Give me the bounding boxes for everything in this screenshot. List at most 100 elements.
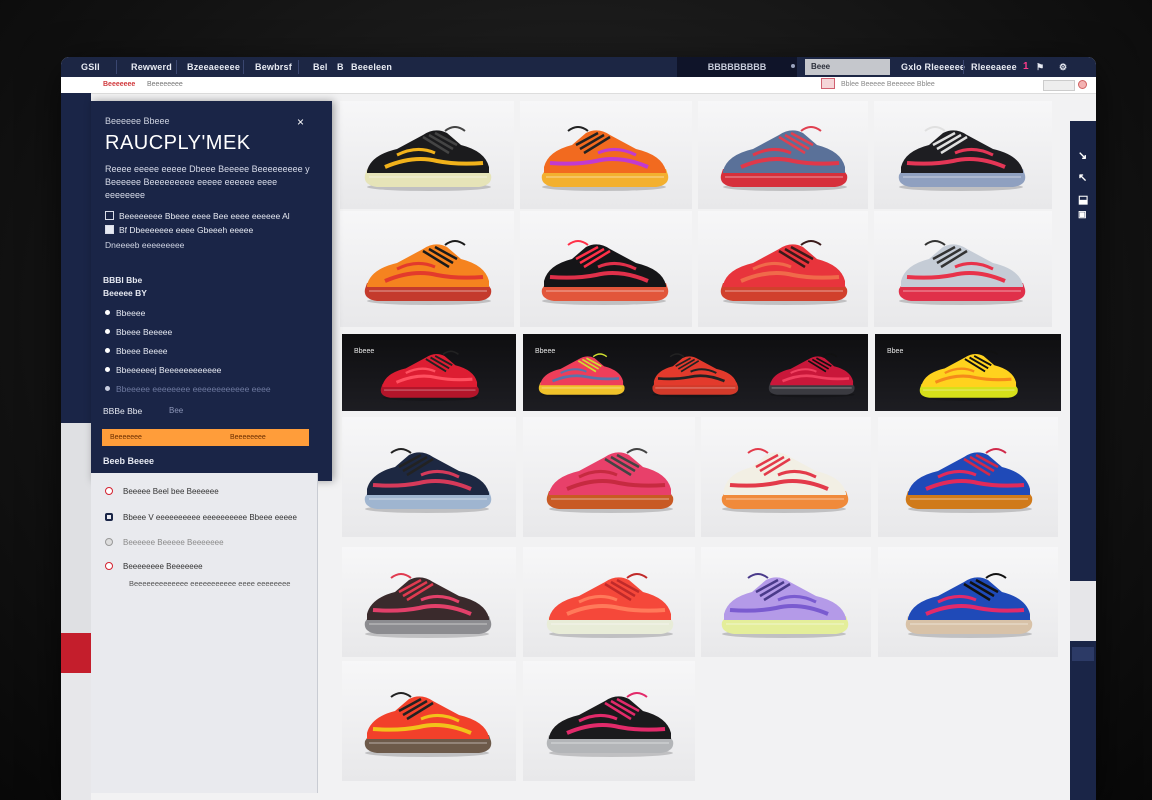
shoe-image xyxy=(364,573,492,638)
banner-shoe xyxy=(342,334,516,411)
bag-icon[interactable]: ⬓ xyxy=(1078,193,1088,206)
breadcrumb-active[interactable]: Beeeeeee xyxy=(103,81,135,88)
promo-banner[interactable]: Bbeee xyxy=(342,334,516,411)
apply-button[interactable]: Beeeeeee Beeeeeeee xyxy=(102,429,309,446)
product-tile[interactable] xyxy=(523,417,695,537)
filter-panel: Beeeeee Bbeee × RAUCPLY'MEK Reeee eeeee … xyxy=(91,101,332,481)
options-panel: Beeeee Beel bee Beeeeee Bbeee V eeeeeeee… xyxy=(91,473,318,793)
radio-grey-icon[interactable] xyxy=(105,538,113,546)
nav-divider xyxy=(116,60,117,74)
nav-item-b[interactable]: B xyxy=(337,62,344,72)
option-label: Beeeeee Beeeee Beeeeeee xyxy=(123,538,224,547)
size-value: Bee xyxy=(169,406,184,415)
gear-icon[interactable]: ⚙ xyxy=(1059,62,1067,73)
promo-banner[interactable]: Bbeee xyxy=(523,334,868,411)
filter-option[interactable]: Bbeee Beeeee xyxy=(105,327,172,337)
product-tile[interactable] xyxy=(698,211,868,327)
product-tile[interactable] xyxy=(342,417,516,537)
promo-text: Bblee Beeeee Beeeeee Bblee xyxy=(841,81,935,88)
close-icon[interactable]: × xyxy=(297,115,304,129)
shoe-image xyxy=(768,352,855,397)
nav-divider xyxy=(963,60,964,74)
flag-icon[interactable]: ⚑ xyxy=(1036,62,1044,73)
product-tile[interactable] xyxy=(874,211,1052,327)
shoe-image xyxy=(364,692,492,757)
product-tile[interactable] xyxy=(523,547,695,657)
option-row[interactable]: Bbeee V eeeeeeeeee eeeeeeeeee Bbeee eeee… xyxy=(105,513,297,522)
banner-shoe xyxy=(638,334,753,411)
product-tile[interactable] xyxy=(342,661,516,781)
option-row[interactable]: Beeeee Beel bee Beeeeee xyxy=(105,487,219,496)
badge-icon[interactable]: ▣ xyxy=(1078,209,1087,220)
square-navy-icon[interactable] xyxy=(105,513,113,521)
promo-banner[interactable]: Bbee xyxy=(875,334,1061,411)
product-tile[interactable] xyxy=(523,661,695,781)
section-label: BBBl Bbe xyxy=(103,275,143,285)
right-sidebar: ↘ ↖ ⬓ ▣ xyxy=(1070,121,1096,800)
shoe-image xyxy=(380,350,479,401)
shoe-image xyxy=(538,352,625,397)
product-tile[interactable] xyxy=(878,417,1058,537)
product-tile[interactable] xyxy=(698,101,868,209)
option-note: Beeeeeeeeeeeee eeeeeeeeeee eeee eeeeeeee xyxy=(129,579,291,588)
nav-item-home[interactable]: GSII xyxy=(81,62,100,72)
mini-search-input[interactable] xyxy=(1043,80,1075,91)
option-row[interactable]: Beeeeee Beeeee Beeeeeee xyxy=(105,538,224,547)
side-stripe xyxy=(61,673,91,800)
side-stripe xyxy=(61,633,91,673)
cart-link[interactable]: Rleeeaeee xyxy=(971,62,1017,72)
filter-checkbox[interactable]: Beeeeeeee Bbeee eeee Bee eeee eeeeee Al xyxy=(105,211,290,221)
location-pill[interactable]: Beee xyxy=(805,59,890,75)
panel-title: RAUCPLY'MEK xyxy=(105,132,251,154)
search-box[interactable]: BBBBBBBBB xyxy=(677,57,797,77)
favorite-icon[interactable] xyxy=(821,78,835,89)
arrow-icon[interactable]: ↖ xyxy=(1078,171,1087,184)
nav-item-new[interactable]: Beeeleen xyxy=(351,62,392,72)
section-label: Beeeee BY xyxy=(103,288,147,298)
product-tile[interactable] xyxy=(874,101,1052,209)
banner-shoe xyxy=(523,334,638,411)
option-label: Bbeee V eeeeeeeeee eeeeeeeeee Bbeee eeee… xyxy=(123,513,297,522)
product-tile[interactable] xyxy=(878,547,1058,657)
product-tile[interactable] xyxy=(701,547,871,657)
more-label: Beeb Beeee xyxy=(103,456,155,466)
nav-divider xyxy=(176,60,177,74)
checkbox-label: Bf Dbeeeeeee eeee Gbeeeh eeeee xyxy=(119,225,254,235)
radio-red-icon[interactable] xyxy=(105,562,113,570)
shoe-image xyxy=(651,352,738,397)
filter-option[interactable]: Bbeeee xyxy=(105,308,145,318)
product-tile[interactable] xyxy=(342,547,516,657)
banner-shoe xyxy=(753,334,868,411)
checkbox-icon[interactable] xyxy=(105,225,114,234)
radio-red-icon[interactable] xyxy=(105,487,113,495)
product-tile[interactable] xyxy=(340,211,514,327)
notification-icon[interactable] xyxy=(1078,80,1087,89)
shoe-image xyxy=(721,573,849,638)
arrow-icon[interactable]: ↘ xyxy=(1078,149,1087,162)
product-tile[interactable] xyxy=(520,101,692,209)
breadcrumb: Beeeeeee Beeeeeeee Bblee Beeeee Beeeeee … xyxy=(61,77,1096,94)
panel-description: Reeee eeeee eeeee Dbeee Beeeee Beeeeeeee… xyxy=(105,164,310,200)
shoe-image xyxy=(546,573,674,638)
filter-option[interactable]: Bbeeeeeej Beeeeeeeeeeee xyxy=(105,365,221,375)
shoe-image xyxy=(546,448,674,513)
nav-item-sale[interactable]: Bel xyxy=(313,62,328,72)
shoe-image xyxy=(541,126,669,191)
product-tile[interactable] xyxy=(520,211,692,327)
filter-option[interactable]: Bbeee Beeee xyxy=(105,346,168,356)
filter-option[interactable]: Bbeeeee eeeeeeee eeeeeeeeeeee eeee xyxy=(105,384,271,394)
apply-button-label: Beeeeeeee xyxy=(230,434,266,441)
product-tile[interactable] xyxy=(701,417,871,537)
nav-item-rewards[interactable]: Rewwerd xyxy=(131,62,172,72)
nav-item-categories[interactable]: Bzeeaeeeee xyxy=(187,62,240,72)
nav-item-brands[interactable]: Bewbrsf xyxy=(255,62,292,72)
shoe-image xyxy=(364,240,492,305)
filter-checkbox[interactable]: Bf Dbeeeeeee eeee Gbeeeh eeeee xyxy=(105,225,253,235)
side-chip[interactable] xyxy=(1072,647,1094,661)
account-link[interactable]: Gxlo Rleeeeee xyxy=(901,62,965,72)
checkbox-icon[interactable] xyxy=(105,211,114,220)
breadcrumb-item[interactable]: Beeeeeeee xyxy=(147,81,183,88)
option-row[interactable]: Beeeeeeee Beeeeeee xyxy=(105,562,203,571)
product-tile[interactable] xyxy=(340,101,514,209)
top-navigation: GSII Rewwerd Bzeeaeeeee Bewbrsf Bel B Be… xyxy=(61,57,1096,77)
